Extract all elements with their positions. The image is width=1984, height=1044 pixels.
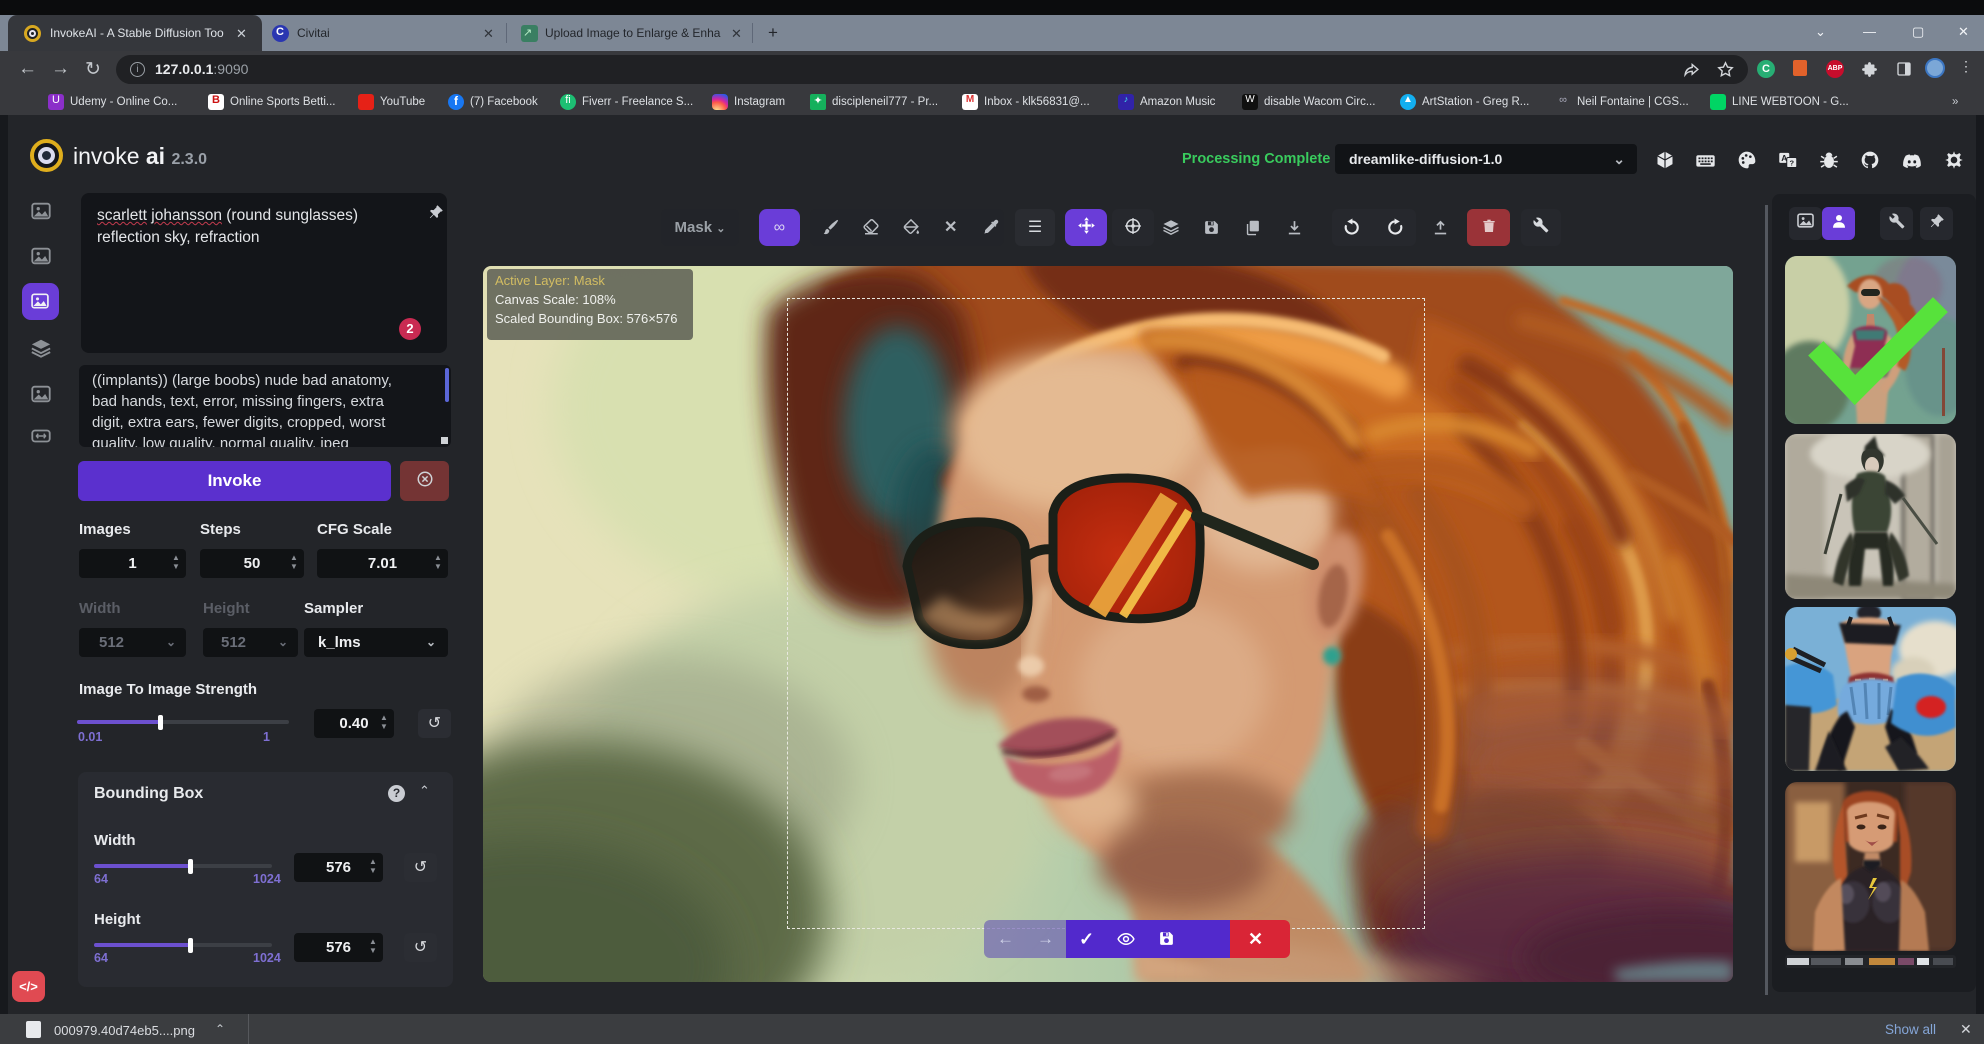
svg-text:?: ? — [1789, 158, 1794, 167]
